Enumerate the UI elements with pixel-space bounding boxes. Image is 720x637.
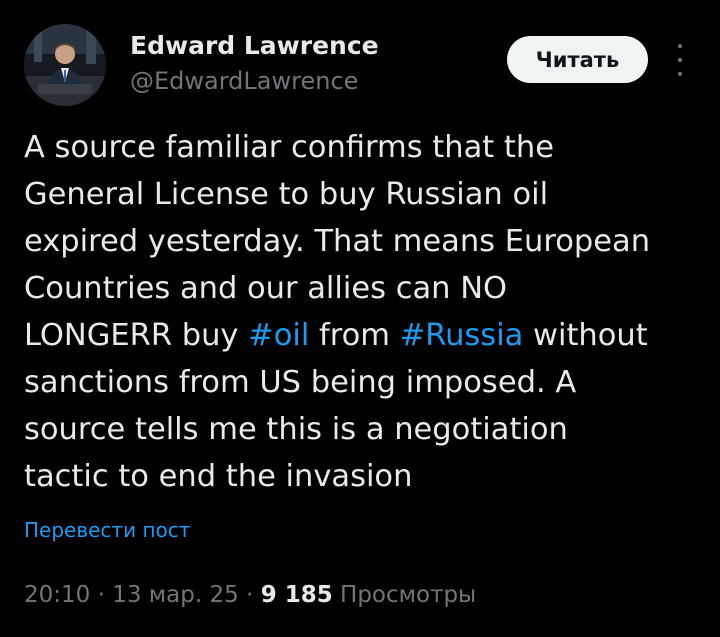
tweet-line: LONGERR buy #oil from #Russia without <box>24 312 714 359</box>
tweet-line: tactic to end the invasion <box>24 453 714 500</box>
tweet-line: expired yesterday. That means European <box>24 218 714 265</box>
tweet-date[interactable]: 13 мар. 25 <box>112 582 239 608</box>
author-handle[interactable]: @EdwardLawrence <box>130 67 358 95</box>
more-vertical-icon[interactable] <box>670 44 690 76</box>
avatar-photo <box>24 24 106 106</box>
tweet-text-segment: expired yesterday. That means European <box>24 224 651 259</box>
views-label[interactable]: Просмотры <box>333 582 476 608</box>
tweet-text-segment: General License to buy Russian oil <box>24 177 549 212</box>
tweet-text-segment: Countries and our allies can NO <box>24 271 508 306</box>
meta-separator: · <box>238 582 261 608</box>
tweet-meta: 20:10 · 13 мар. 25 · 9 185 Просмотры <box>24 582 476 608</box>
tweet-card: Edward Lawrence @EdwardLawrence Читать A… <box>0 0 720 637</box>
hashtag-russia-link[interactable]: #Russia <box>400 318 524 353</box>
tweet-text-segment: tactic to end the invasion <box>24 459 413 494</box>
tweet-text-segment: source tells me this is a negotiation <box>24 412 568 447</box>
tweet-text: A source familiar confirms that the Gener… <box>24 124 714 500</box>
tweet-text-segment: from <box>309 318 400 353</box>
tweet-line: sanctions from US being imposed. A <box>24 359 714 406</box>
meta-separator: · <box>90 582 113 608</box>
more-dot <box>678 44 682 48</box>
tweet-text-segment: without <box>523 318 648 353</box>
more-dot <box>678 58 682 62</box>
tweet-line: General License to buy Russian oil <box>24 171 714 218</box>
follow-button[interactable]: Читать <box>507 36 648 83</box>
more-dot <box>678 72 682 76</box>
author-name[interactable]: Edward Lawrence <box>130 31 379 60</box>
tweet-text-segment: sanctions from US being imposed. A <box>24 365 577 400</box>
tweet-line: A source familiar confirms that the <box>24 124 714 171</box>
tweet-line: source tells me this is a negotiation <box>24 406 714 453</box>
tweet-text-segment: A source familiar confirms that the <box>24 130 554 165</box>
tweet-time[interactable]: 20:10 <box>24 582 90 608</box>
translate-post-link[interactable]: Перевести пост <box>24 518 190 542</box>
hashtag-oil-link[interactable]: #oil <box>248 318 309 353</box>
tweet-line: Countries and our allies can NO <box>24 265 714 312</box>
views-count[interactable]: 9 185 <box>261 582 333 608</box>
tweet-text-segment: LONGERR buy <box>24 318 249 353</box>
avatar[interactable] <box>24 24 106 106</box>
